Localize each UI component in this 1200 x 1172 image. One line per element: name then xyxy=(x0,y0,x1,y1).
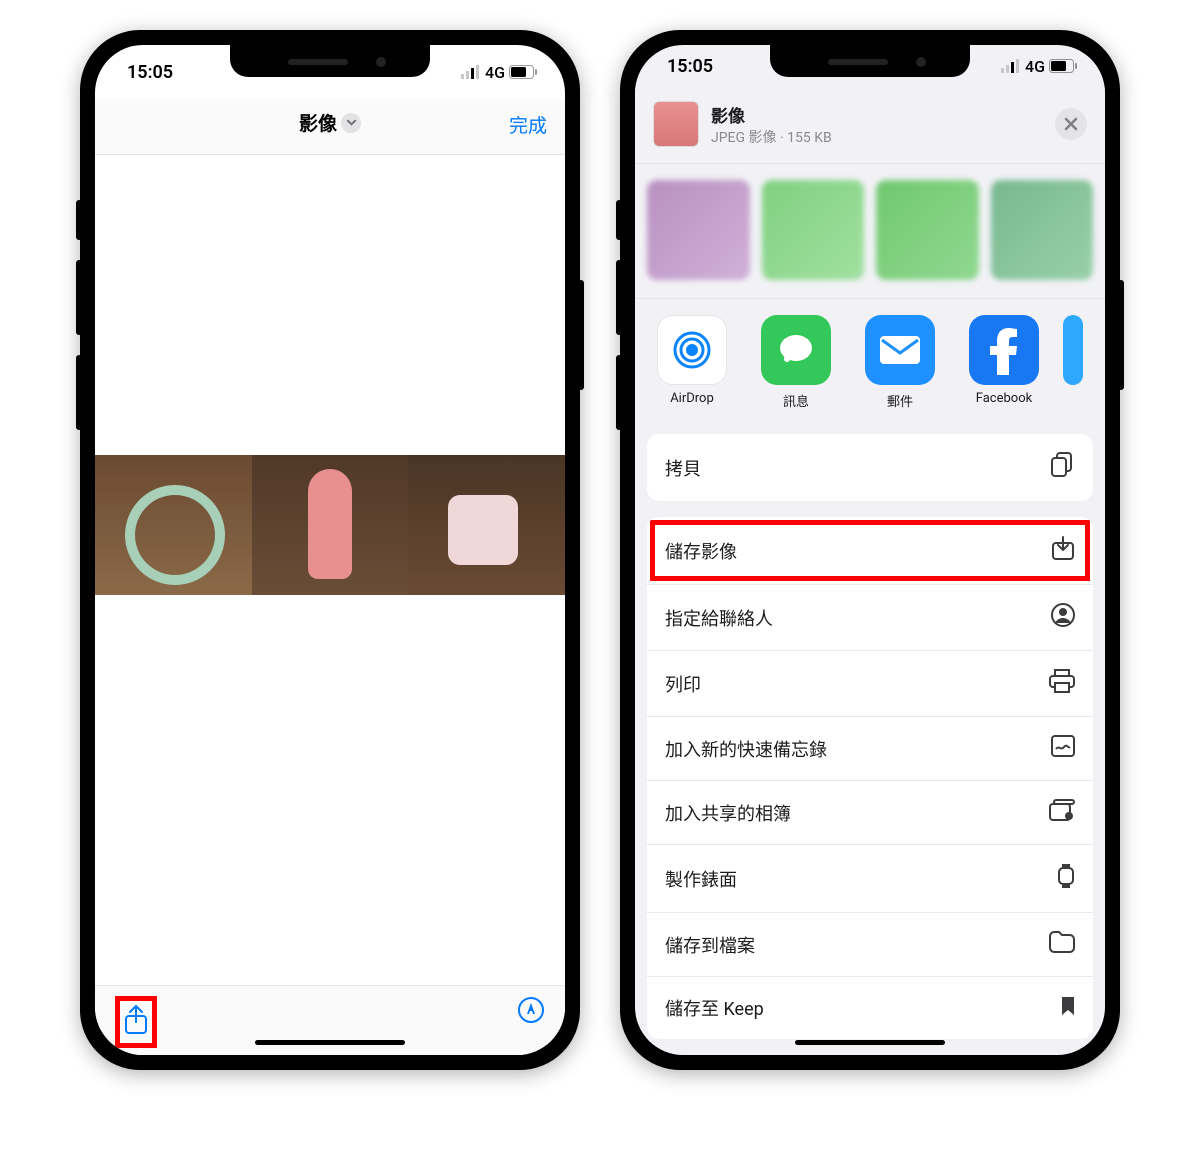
share-apps-row: AirDrop 訊息 郵件 Facebook xyxy=(635,299,1105,418)
app-label: AirDrop xyxy=(670,391,714,406)
action-label: 加入新的快速備忘錄 xyxy=(665,736,827,762)
signal-icon xyxy=(1001,59,1021,73)
phone-left: 15:05 4G 影像 完成 xyxy=(80,30,580,1070)
share-sheet-header: 影像 JPEG 影像 · 155 KB xyxy=(635,87,1105,164)
airdrop-icon xyxy=(657,315,727,385)
nav-title: 影像 xyxy=(299,109,337,136)
app-label: 訊息 xyxy=(783,391,809,410)
share-button[interactable] xyxy=(123,1004,149,1040)
markup-button[interactable] xyxy=(517,996,545,1028)
image-viewer[interactable] xyxy=(95,155,565,1055)
share-app-messages[interactable]: 訊息 xyxy=(751,315,841,410)
highlight-share xyxy=(115,996,157,1048)
share-app-facebook[interactable]: Facebook xyxy=(959,315,1049,410)
action-quick-note[interactable]: 加入新的快速備忘錄 xyxy=(647,717,1093,781)
messages-icon xyxy=(761,315,831,385)
nav-bar: 影像 完成 xyxy=(95,99,565,155)
battery-icon xyxy=(1049,59,1077,73)
action-save-files[interactable]: 儲存到檔案 xyxy=(647,913,1093,977)
action-print[interactable]: 列印 xyxy=(647,651,1093,717)
share-title: 影像 xyxy=(711,102,1043,127)
share-subtitle: JPEG 影像 · 155 KB xyxy=(711,127,1043,147)
share-app-mail[interactable]: 郵件 xyxy=(855,315,945,410)
notch xyxy=(770,45,970,77)
share-contact[interactable] xyxy=(991,180,1094,280)
home-indicator[interactable] xyxy=(795,1040,945,1045)
share-thumbnail xyxy=(653,101,699,147)
nav-title-dropdown[interactable]: 影像 xyxy=(299,109,361,136)
image-thumbnail[interactable] xyxy=(95,455,252,595)
action-shared-album[interactable]: 加入共享的相簿 xyxy=(647,781,1093,845)
action-watch-face[interactable]: 製作錶面 xyxy=(647,845,1093,913)
chevron-down-icon xyxy=(341,113,361,133)
action-label: 指定給聯絡人 xyxy=(665,605,773,631)
status-time: 15:05 xyxy=(667,56,713,77)
battery-icon xyxy=(509,65,537,79)
action-label: 製作錶面 xyxy=(665,866,737,892)
folder-icon xyxy=(1049,931,1075,958)
markup-icon xyxy=(517,996,545,1024)
notch xyxy=(230,45,430,77)
quicknote-icon xyxy=(1051,735,1075,762)
bookmark-icon xyxy=(1061,996,1075,1021)
signal-icon xyxy=(461,65,481,79)
image-thumbnail[interactable] xyxy=(408,455,565,595)
network-label: 4G xyxy=(1025,57,1045,76)
action-save-image[interactable]: 儲存影像 xyxy=(647,517,1093,585)
download-icon xyxy=(1051,535,1075,566)
action-assign-contact[interactable]: 指定給聯絡人 xyxy=(647,585,1093,651)
copy-icon xyxy=(1051,452,1075,483)
image-strip xyxy=(95,455,565,595)
action-label: 拷貝 xyxy=(665,455,701,481)
printer-icon xyxy=(1049,669,1075,698)
share-contact[interactable] xyxy=(762,180,865,280)
contact-icon xyxy=(1051,603,1075,632)
share-app-more[interactable] xyxy=(1063,315,1083,410)
action-copy[interactable]: 拷貝 xyxy=(647,434,1093,501)
app-label: Facebook xyxy=(976,391,1032,406)
facebook-icon xyxy=(969,315,1039,385)
share-icon xyxy=(123,1004,149,1036)
share-contacts-row xyxy=(635,164,1105,299)
home-indicator[interactable] xyxy=(255,1040,405,1045)
mail-icon xyxy=(865,315,935,385)
shared-album-icon xyxy=(1049,799,1075,826)
done-button[interactable]: 完成 xyxy=(509,111,547,138)
status-time: 15:05 xyxy=(127,62,173,83)
action-label: 儲存影像 xyxy=(665,538,737,564)
share-contact[interactable] xyxy=(876,180,979,280)
share-app-airdrop[interactable]: AirDrop xyxy=(647,315,737,410)
share-actions: 拷貝 儲存影像 指定給聯絡人 xyxy=(635,418,1105,1055)
action-label: 加入共享的相簿 xyxy=(665,800,791,826)
app-label: 郵件 xyxy=(887,391,913,410)
action-label: 儲存至 Keep xyxy=(665,995,764,1021)
close-icon xyxy=(1064,117,1078,131)
watch-icon xyxy=(1057,863,1075,894)
action-label: 列印 xyxy=(665,671,701,697)
action-label: 儲存到檔案 xyxy=(665,932,755,958)
phone-right: 15:05 4G 影像 JPEG 影像 · 155 KB xyxy=(620,30,1120,1070)
action-save-keep[interactable]: 儲存至 Keep xyxy=(647,977,1093,1039)
image-thumbnail[interactable] xyxy=(252,455,409,595)
network-label: 4G xyxy=(485,63,505,82)
share-contact[interactable] xyxy=(647,180,750,280)
close-button[interactable] xyxy=(1055,108,1087,140)
extra-app-icon xyxy=(1063,315,1083,385)
